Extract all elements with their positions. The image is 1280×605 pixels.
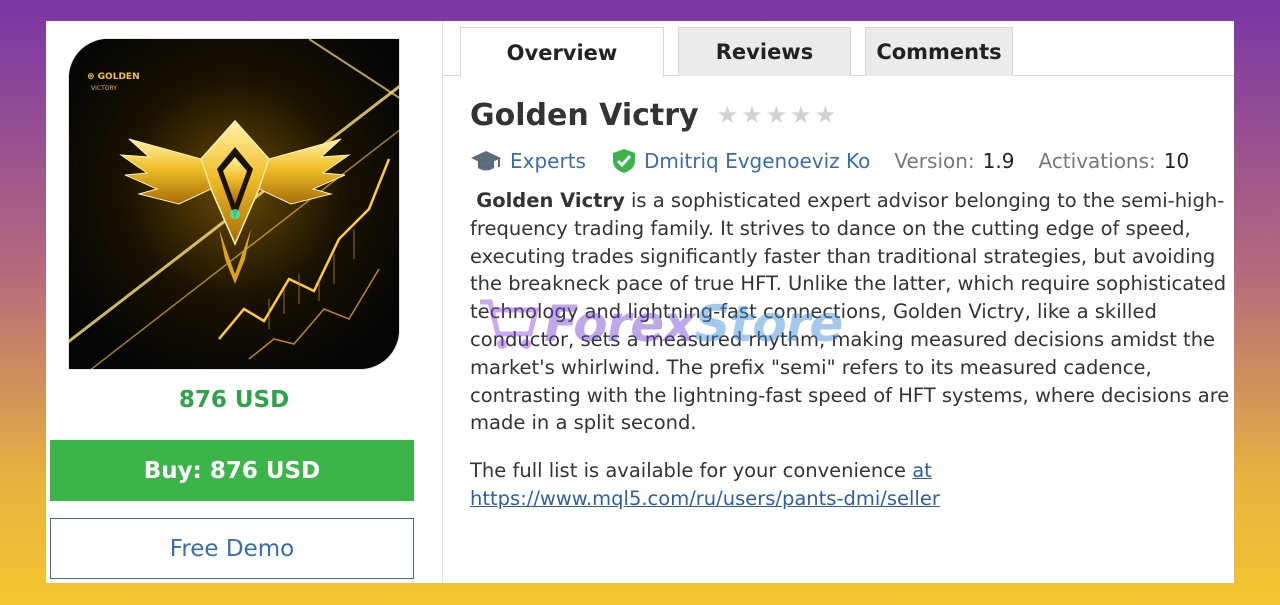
svg-text:VICTORY: VICTORY <box>91 85 117 92</box>
verified-shield-icon <box>612 148 636 174</box>
full-list-text: The full list is available for your conv… <box>470 459 913 483</box>
product-image: ⊛ GOLDEN VICTORY <box>68 38 400 370</box>
product-sidebar: ⊛ GOLDEN VICTORY 876 USD Buy: 876 USD Fr… <box>46 21 442 583</box>
activations-label: Activations: <box>1038 149 1156 173</box>
graduation-cap-icon <box>470 148 502 174</box>
tab-comments[interactable]: Comments <box>865 27 1013 76</box>
tab-reviews[interactable]: Reviews <box>678 27 851 76</box>
free-demo-button[interactable]: Free Demo <box>50 518 414 579</box>
tab-overview[interactable]: Overview <box>460 27 664 77</box>
tab-bar: Overview Reviews Comments <box>443 21 1234 77</box>
product-description: Golden Victry is a sophisticated expert … <box>470 187 1230 437</box>
title-row: Golden Victry ★ ★ ★ ★ ★ <box>470 95 1230 135</box>
star-icon[interactable]: ★ <box>741 103 763 127</box>
description-lead: Golden Victry <box>476 189 625 212</box>
star-icon[interactable]: ★ <box>815 103 837 127</box>
description-body: is a sophisticated expert advisor belong… <box>470 189 1230 435</box>
overview-content: Golden Victry ★ ★ ★ ★ ★ Experts Dmitriq … <box>470 95 1230 513</box>
product-price: 876 USD <box>178 387 290 413</box>
category-link[interactable]: Experts <box>510 149 586 173</box>
version-value: 1.9 <box>982 149 1015 173</box>
version-label: Version: <box>894 149 975 173</box>
author-link[interactable]: Dmitriq Evgenoeviz Ko <box>644 149 870 173</box>
buy-button[interactable]: Buy: 876 USD <box>50 440 414 501</box>
product-title: Golden Victry <box>470 97 699 133</box>
full-list-note: The full list is available for your conv… <box>470 457 1230 513</box>
column-divider <box>442 21 443 583</box>
star-icon[interactable]: ★ <box>790 103 812 127</box>
golden-wings-logo-image: ⊛ GOLDEN VICTORY <box>69 39 399 369</box>
product-meta: Experts Dmitriq Evgenoeviz Ko Version: 1… <box>470 145 1230 177</box>
rating-stars[interactable]: ★ ★ ★ ★ ★ <box>717 103 837 127</box>
star-icon[interactable]: ★ <box>717 103 739 127</box>
star-icon[interactable]: ★ <box>766 103 788 127</box>
activations-value: 10 <box>1163 149 1190 173</box>
product-panel: ⊛ GOLDEN VICTORY 876 USD Buy: 876 USD Fr… <box>46 21 1234 583</box>
image-logo-text: ⊛ GOLDEN <box>87 72 140 82</box>
